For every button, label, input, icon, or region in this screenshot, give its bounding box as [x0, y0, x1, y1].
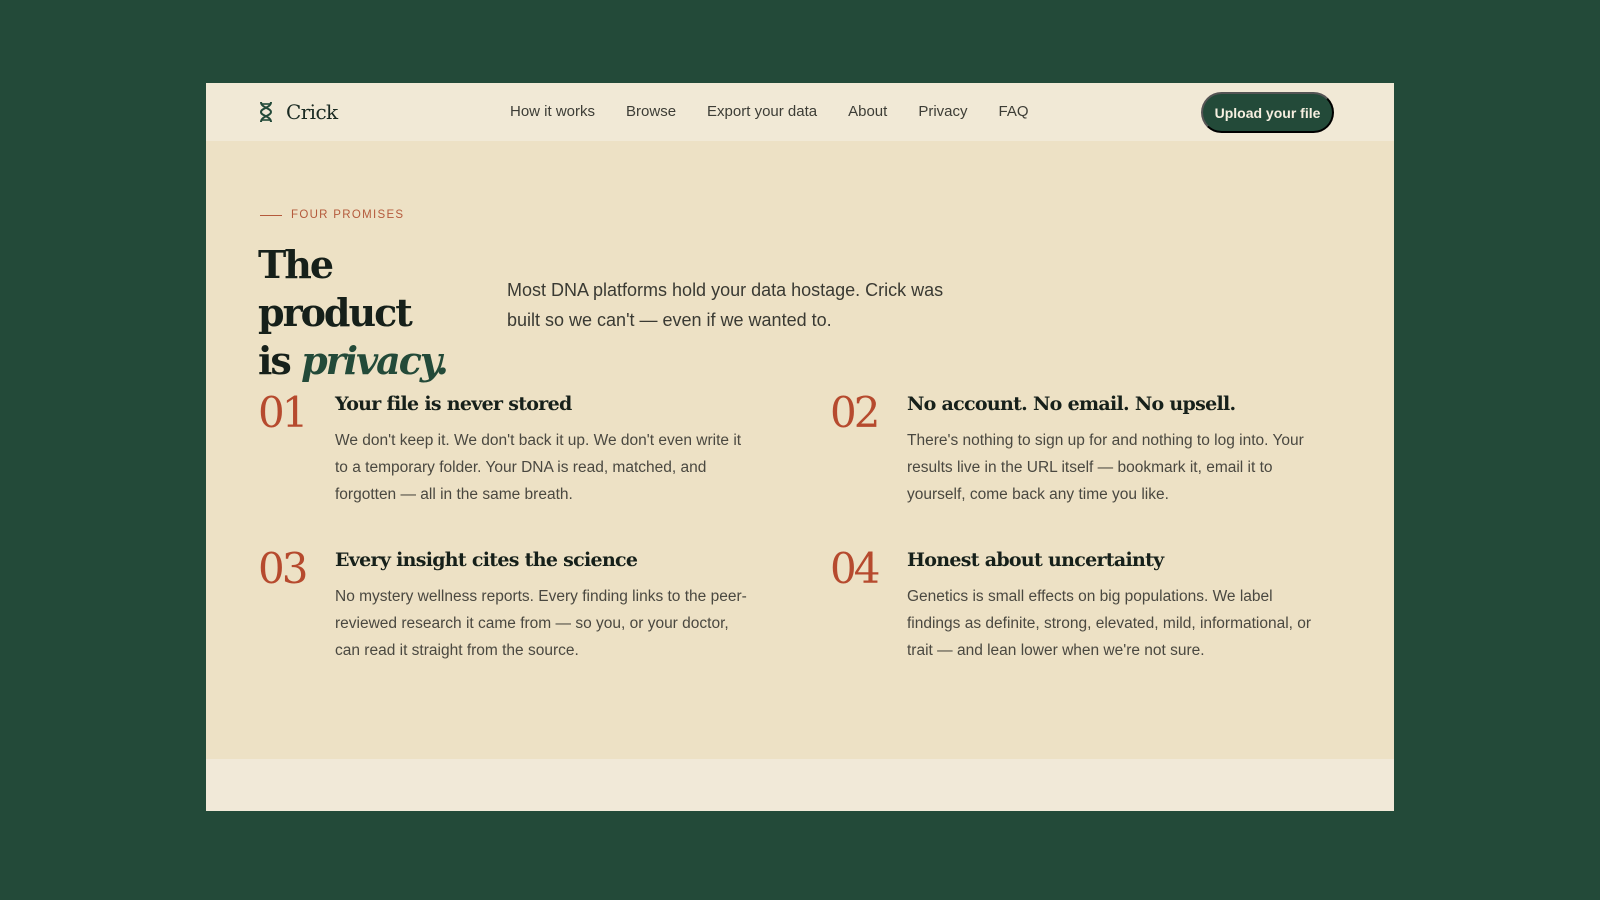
promise-body: No mystery wellness reports. Every findi… — [335, 588, 747, 659]
promise-number: 04 — [830, 544, 880, 593]
nav-link-browse[interactable]: Browse — [626, 102, 676, 122]
section-lede: Most DNA platforms hold your data hostag… — [507, 280, 944, 330]
headline-emphasis: privacy. — [301, 338, 449, 383]
dna-helix-icon — [259, 101, 273, 123]
promise-body: Genetics is small effects on big populat… — [907, 588, 1312, 659]
eyebrow-label: FOUR PROMISES — [291, 209, 405, 221]
headline-line-1: The product — [258, 242, 413, 335]
upload-file-button[interactable]: Upload your file — [1201, 92, 1334, 133]
section-headline: The product is privacy. — [258, 241, 488, 385]
nav-link-how-it-works[interactable]: How it works — [510, 102, 595, 122]
promise-title: Every insight cites the science — [335, 549, 638, 571]
promise-body: We don't keep it. We don't back it up. W… — [335, 432, 742, 503]
promise-title: Your file is never stored — [335, 393, 572, 415]
promise-title: No account. No email. No upsell. — [907, 393, 1236, 415]
headline-line-2: is privacy. — [258, 337, 488, 385]
eyebrow-rule — [260, 214, 282, 216]
nav-link-export-your-data[interactable]: Export your data — [707, 102, 817, 122]
brand-logo[interactable]: Crick — [258, 97, 338, 127]
promise-title: Honest about uncertainty — [907, 549, 1164, 571]
brand-name: Crick — [286, 100, 338, 124]
top-navbar: Crick How it works Browse Export your da… — [206, 83, 1394, 141]
promise-number: 02 — [830, 388, 880, 437]
nav-link-privacy[interactable]: Privacy — [918, 102, 967, 122]
promise-body: There's nothing to sign up for and nothi… — [907, 432, 1304, 503]
main-nav: How it works Browse Export your data Abo… — [510, 102, 1060, 122]
next-section-band — [206, 759, 1394, 811]
nav-link-about[interactable]: About — [848, 102, 887, 122]
promise-number: 01 — [258, 388, 308, 437]
nav-link-faq[interactable]: FAQ — [999, 102, 1029, 122]
promise-number: 03 — [258, 544, 308, 593]
browser-page-frame: Crick How it works Browse Export your da… — [206, 83, 1394, 811]
section-eyebrow: FOUR PROMISES — [260, 209, 404, 221]
headline-is: is — [258, 338, 302, 383]
